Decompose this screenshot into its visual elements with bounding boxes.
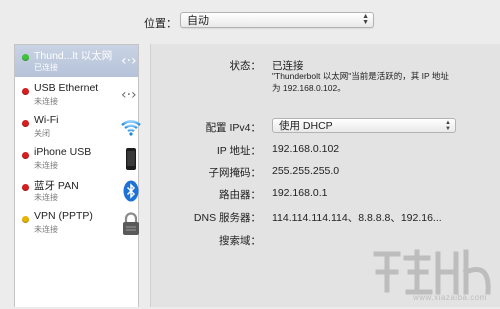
iphone-icon [120,148,142,170]
service-item-bluetooth-pan[interactable]: 蓝牙 PAN 未连接 [15,175,139,207]
status-description: "Thunderbolt 以太网"当前是活跃的，其 IP 地址 为 192.16… [272,70,449,94]
status-description-line: "Thunderbolt 以太网"当前是活跃的，其 IP 地址 [272,71,449,81]
ip-address-value: 192.168.0.102 [272,143,340,155]
status-dot-connected [22,54,29,61]
search-domains-label: 搜索域： [219,235,261,247]
service-status: 未连接 [34,225,58,234]
location-label: 位置： [144,18,177,30]
service-status: 未连接 [34,193,58,202]
service-status: 未连接 [34,97,58,106]
configure-ipv4-value: 使用 DHCP [279,120,333,132]
status-dot-inactive [22,216,29,223]
service-item-iphone-usb[interactable]: iPhone USB 未连接 [15,143,138,175]
service-name: VPN (PPTP) [34,210,93,222]
location-value: 自动 [187,15,209,27]
svg-text:‹·›: ‹·› [121,53,137,69]
service-item-thunderbolt-ethernet[interactable]: Thund...lt 以太网 已连接 ‹·› [15,45,138,77]
service-status: 已连接 [34,63,58,72]
select-arrows-icon: ▲ ▼ [362,13,369,26]
watermark-url: www.xiazaiba.com [413,293,487,302]
dns-server-value: 114.114.114.114、8.8.8.8、192.16... [272,212,442,224]
ip-address-label: IP 地址： [216,145,261,157]
svg-text:‹·›: ‹·› [121,87,137,103]
service-item-usb-ethernet[interactable]: USB Ethernet 未连接 ‹·› [15,79,138,111]
status-dot-disconnected [22,88,29,95]
status-dot-disconnected [22,184,29,191]
service-name: Wi-Fi [34,114,59,126]
ethernet-arrows-icon: ‹·› [120,84,142,106]
ethernet-arrows-icon: ‹·› [120,50,142,72]
lock-icon [120,212,142,235]
dns-server-label: DNS 服务器： [193,212,261,224]
configure-ipv4-select[interactable]: 使用 DHCP ▲ ▼ [272,118,456,133]
network-service-list: Thund...lt 以太网 已连接 ‹·› USB Ethernet 未连接 … [14,44,141,307]
service-name: 蓝牙 PAN [34,180,79,192]
service-status: 未连接 [34,161,58,170]
wifi-icon [120,116,142,138]
service-item-wifi[interactable]: Wi-Fi 关闭 [15,111,141,143]
service-name: USB Ethernet [34,82,99,94]
configure-ipv4-label: 配置 IPv4： [205,122,261,134]
select-arrows-icon: ▲ ▼ [445,120,451,132]
bluetooth-icon [120,180,142,202]
status-description-line: 为 192.168.0.102。 [272,83,346,93]
service-name: Thund...lt 以太网 [34,50,113,62]
status-dot-disconnected [22,120,29,127]
service-name: iPhone USB [34,146,92,158]
service-item-vpn-pptp[interactable]: VPN (PPTP) 未连接 [15,207,139,239]
router-value: 192.168.0.1 [272,187,328,199]
router-label: 路由器： [219,189,261,201]
location-select[interactable]: 自动 ▲ ▼ [180,12,374,28]
status-label: 状态： [229,60,262,72]
service-status: 关闭 [34,129,50,138]
subnet-mask-label: 子网掩码： [208,167,262,179]
subnet-mask-value: 255.255.255.0 [272,165,340,177]
status-dot-disconnected [22,152,29,159]
